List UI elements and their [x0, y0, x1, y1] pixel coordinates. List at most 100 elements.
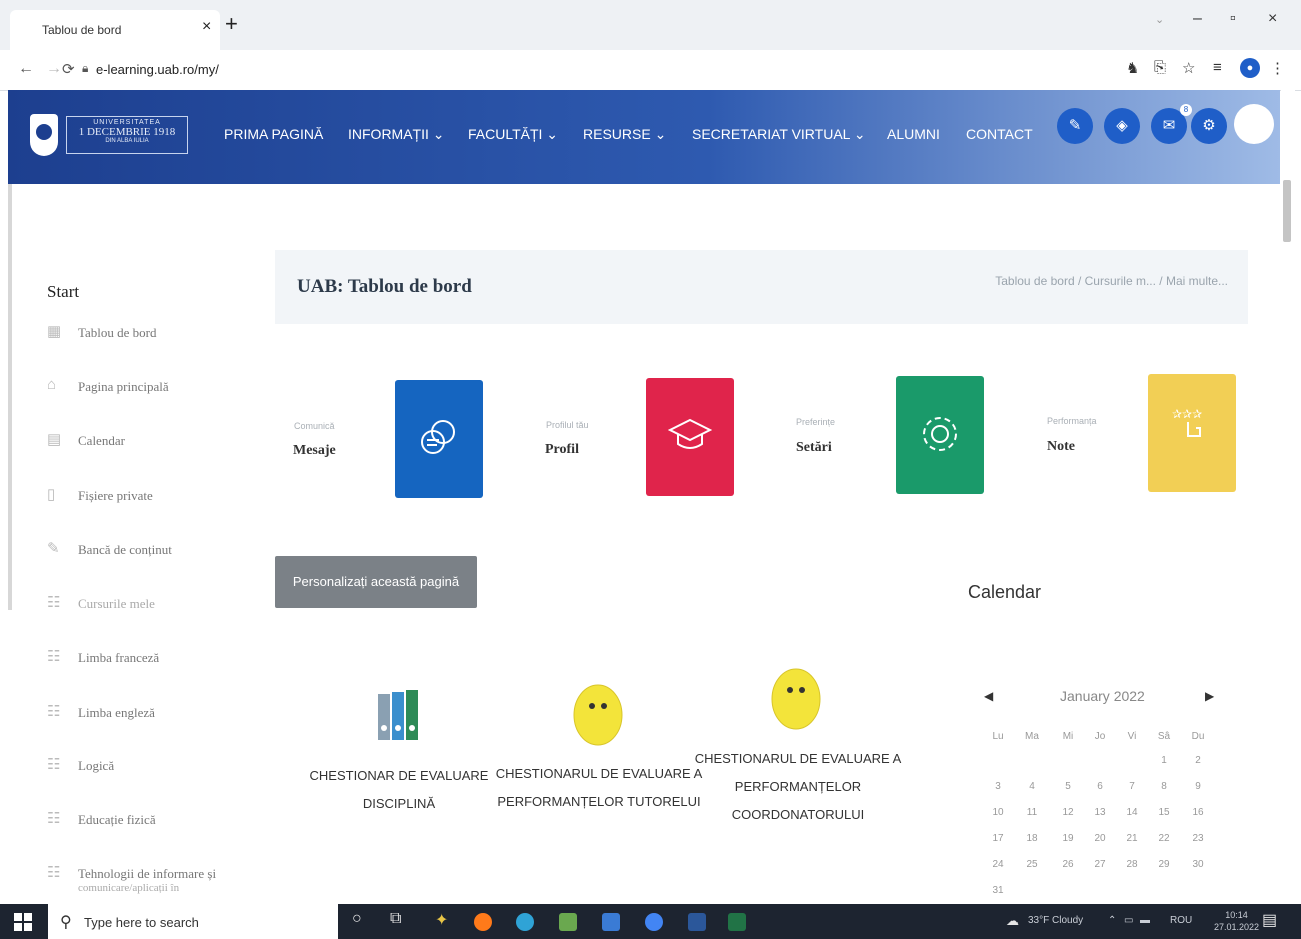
grades-tile[interactable]: ✰✰✰ [1148, 374, 1236, 492]
calendar-day[interactable]: 3 [986, 781, 1010, 792]
sidebar-item-tehnologii[interactable]: ☷ Tehnologii de informare și comunicare/… [47, 863, 247, 903]
chevron-down-icon[interactable]: ⌄ [1155, 13, 1164, 26]
nav-informatii[interactable]: INFORMAȚII ⌄ [348, 126, 445, 143]
weather-icon[interactable]: ☁ [1006, 913, 1019, 929]
calendar-day[interactable]: 22 [1152, 833, 1176, 844]
calendar-day[interactable]: 17 [986, 833, 1010, 844]
smiley-icon[interactable] [771, 668, 821, 730]
network-icon[interactable]: ▭ [1124, 915, 1133, 926]
task-view-icon[interactable]: ⧉ [390, 910, 401, 928]
forward-icon[interactable]: → [46, 60, 62, 78]
url-input[interactable]: e-learning.uab.ro/my/ [96, 62, 219, 77]
questionnaire-tutore[interactable]: CHESTIONARUL DE EVALUARE A PERFORMANȚELOR… [495, 760, 703, 816]
share-icon[interactable]: ⎘ [1154, 59, 1166, 76]
chrome-icon[interactable] [645, 913, 663, 931]
calendar-day[interactable]: 30 [1186, 859, 1210, 870]
calendar-day[interactable]: 28 [1120, 859, 1144, 870]
settings-tile[interactable] [896, 376, 984, 494]
calendar-day[interactable]: 29 [1152, 859, 1176, 870]
profile-tile[interactable] [646, 378, 734, 496]
sidebar-item-limba-engleza[interactable]: ☷ Limba engleză [47, 702, 247, 726]
app-icon[interactable]: ✦ [435, 910, 448, 930]
questionnaire-coordonator[interactable]: CHESTIONARUL DE EVALUARE A PERFORMANȚELOR… [694, 745, 902, 829]
minimize-button[interactable]: – [1193, 10, 1202, 28]
notifications-icon[interactable]: ▤ [1262, 910, 1277, 930]
calendar-day[interactable]: 15 [1152, 807, 1176, 818]
smiley-icon[interactable] [573, 684, 623, 746]
calendar-day[interactable]: 7 [1120, 781, 1144, 792]
calendar-day[interactable]: 16 [1186, 807, 1210, 818]
calendar-day[interactable]: 21 [1120, 833, 1144, 844]
calendar-day[interactable]: 23 [1186, 833, 1210, 844]
calendar-day[interactable]: 19 [1056, 833, 1080, 844]
calendar-day[interactable]: 26 [1056, 859, 1080, 870]
bookmark-star-icon[interactable]: ☆ [1182, 59, 1195, 77]
nav-alumni[interactable]: ALUMNI [887, 126, 940, 142]
calendar-day[interactable]: 12 [1056, 807, 1080, 818]
window-close-button[interactable]: × [1268, 10, 1277, 28]
taskbar-search-input[interactable]: ⚲ Type here to search [48, 904, 338, 939]
sidebar-item-cursurile-mele[interactable]: ☷ Cursurile mele [47, 593, 247, 617]
language-indicator[interactable]: ROU [1170, 915, 1192, 926]
scrollbar-thumb[interactable] [1283, 180, 1291, 242]
breadcrumb[interactable]: Tablou de bord / Cursurile m... / Mai mu… [995, 274, 1228, 288]
calendar-day[interactable]: 18 [1020, 833, 1044, 844]
nav-secretariat-virtual[interactable]: SECRETARIAT VIRTUAL ⌄ [692, 126, 866, 143]
calendar-day[interactable]: 13 [1088, 807, 1112, 818]
edge-icon[interactable] [516, 913, 534, 931]
back-icon[interactable]: ← [18, 60, 34, 78]
nav-contact[interactable]: CONTACT [966, 126, 1033, 142]
calendar-day[interactable]: 6 [1088, 781, 1112, 792]
pencil-icon[interactable]: ✎ [1057, 108, 1093, 144]
gear-icon[interactable]: ⚙ [1191, 108, 1227, 144]
calendar-day[interactable]: 1 [1152, 755, 1176, 766]
cortana-icon[interactable]: ○ [352, 910, 362, 928]
tab-close-icon[interactable]: × [202, 18, 211, 36]
new-tab-button[interactable]: + [225, 13, 238, 35]
calendar-day[interactable]: 8 [1152, 781, 1176, 792]
browser-profile-icon[interactable]: ● [1240, 58, 1260, 78]
sidebar-item-fisiere-private[interactable]: ▯ Fișiere private [47, 485, 247, 509]
calendar-day[interactable]: 31 [986, 885, 1010, 896]
browser-tab[interactable]: Tablou de bord × [10, 10, 220, 50]
weather-text[interactable]: 33°F Cloudy [1028, 915, 1083, 926]
scanner-icon[interactable] [559, 913, 577, 931]
calendar-day[interactable]: 9 [1186, 781, 1210, 792]
sidebar-item-logica[interactable]: ☷ Logică [47, 755, 247, 779]
questionnaire-disciplina[interactable]: CHESTIONAR DE EVALUARE DISCIPLINĂ [306, 762, 492, 818]
sidebar-item-calendar[interactable]: ▤ Calendar [47, 430, 247, 454]
windows-start-icon[interactable] [14, 913, 32, 931]
calendar-day[interactable]: 24 [986, 859, 1010, 870]
word-icon[interactable] [688, 913, 706, 931]
excel-icon[interactable] [728, 913, 746, 931]
calendar-day[interactable]: 5 [1056, 781, 1080, 792]
card-title-profil[interactable]: Profil [545, 442, 579, 458]
app-icon[interactable] [602, 913, 620, 931]
calendar-day[interactable]: 14 [1120, 807, 1144, 818]
card-title-note[interactable]: Note [1047, 439, 1075, 455]
calendar-day[interactable]: 2 [1186, 755, 1210, 766]
calendar-day[interactable]: 4 [1020, 781, 1044, 792]
tray-chevron-icon[interactable]: ⌃ [1108, 915, 1116, 926]
card-title-mesaje[interactable]: Mesaje [293, 443, 336, 459]
nav-prima-pagina[interactable]: PRIMA PAGINĂ [224, 126, 323, 142]
calendar-day[interactable]: 25 [1020, 859, 1044, 870]
calendar-prev-button[interactable]: ◀ [984, 689, 993, 703]
messages-tile[interactable] [395, 380, 483, 498]
maximize-button[interactable]: ▫ [1230, 10, 1236, 28]
calendar-day[interactable]: 27 [1088, 859, 1112, 870]
more-menu-icon[interactable]: ⋮ [1270, 59, 1285, 77]
calendar-day[interactable]: 11 [1020, 807, 1044, 818]
sidebar-heading[interactable]: Start [47, 282, 79, 302]
customize-page-button[interactable]: Personalizați această pagină [275, 556, 477, 608]
firefox-icon[interactable] [474, 913, 492, 931]
sidebar-item-limba-franceza[interactable]: ☷ Limba franceză [47, 647, 247, 671]
card-title-setari[interactable]: Setări [796, 440, 832, 456]
taskbar-clock[interactable]: 10:14 27.01.2022 [1214, 909, 1259, 933]
sidebar-item-banca-de-continut[interactable]: ✎ Bancă de conținut [47, 539, 247, 563]
extension-icon[interactable]: ♞ [1126, 59, 1139, 77]
volume-icon[interactable]: ▬ [1140, 915, 1150, 926]
user-avatar[interactable] [1234, 104, 1274, 144]
calendar-day[interactable]: 10 [986, 807, 1010, 818]
nav-facultati[interactable]: FACULTĂȚI ⌄ [468, 126, 558, 143]
